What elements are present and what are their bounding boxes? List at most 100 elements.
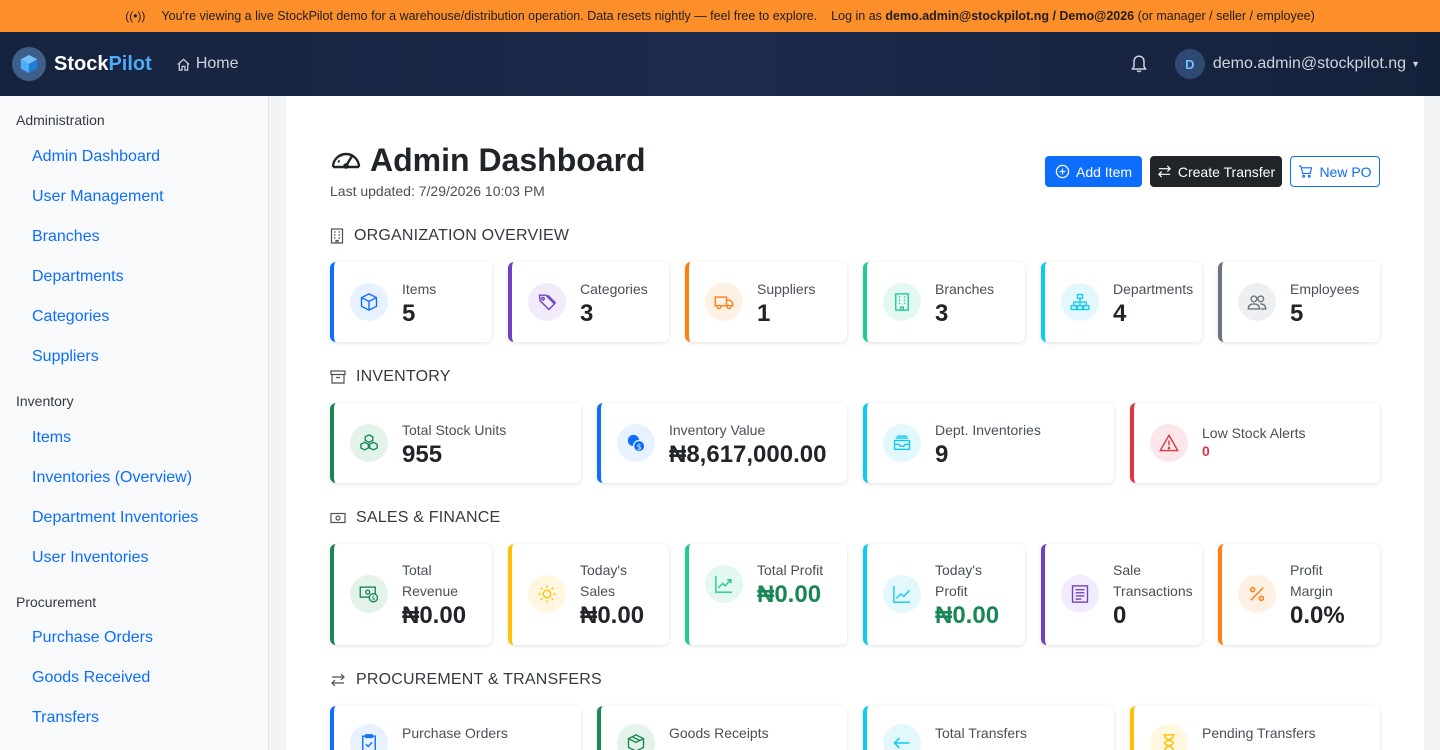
- sidebar-item-transfers[interactable]: Transfers: [0, 709, 99, 727]
- sidebar: Administration Admin Dashboard User Mana…: [0, 96, 269, 750]
- stat-value: 955: [402, 441, 443, 468]
- section-organization-overview: ORGANIZATION OVERVIEW: [330, 227, 569, 245]
- caret-down-icon: ▼: [1411, 59, 1420, 69]
- last-updated: Last updated: 7/29/2026 10:03 PM: [330, 183, 545, 199]
- truck-icon: [705, 283, 743, 321]
- stat-label: Pending Transfers: [1202, 725, 1316, 741]
- sidebar-item-user-management[interactable]: User Management: [0, 188, 164, 206]
- stat-card-todays-sales[interactable]: Today's Sales ₦0.00: [508, 544, 669, 645]
- stat-card-purchase-orders[interactable]: Purchase Orders: [330, 706, 581, 750]
- stat-label-line2: Revenue: [402, 583, 459, 599]
- stat-card-total-profit[interactable]: Total Profit ₦0.00: [685, 544, 847, 645]
- stat-card-employees[interactable]: Employees 5: [1218, 262, 1380, 342]
- stat-card-items[interactable]: Items 5: [330, 262, 492, 342]
- arrow-left-right-icon: [1157, 165, 1171, 178]
- stat-label: Categories: [580, 281, 648, 297]
- stat-label: Branches: [935, 281, 995, 297]
- create-transfer-button[interactable]: Create Transfer: [1150, 156, 1282, 187]
- sidebar-item-categories[interactable]: Categories: [0, 308, 109, 326]
- avatar[interactable]: D: [1174, 49, 1205, 79]
- sidebar-item-department-inventories[interactable]: Department Inventories: [0, 509, 198, 527]
- stat-card-todays-profit[interactable]: Today's Profit ₦0.00: [863, 544, 1025, 645]
- brand-link[interactable]: StockPilot: [12, 47, 152, 81]
- bell-icon[interactable]: [1129, 54, 1149, 74]
- graph-icon: [883, 575, 921, 613]
- cash-icon: $: [350, 575, 388, 613]
- stat-label-line2: Profit: [935, 583, 968, 599]
- banner-text: You're viewing a live StockPilot demo fo…: [161, 9, 818, 23]
- stat-card-categories[interactable]: Categories 3: [508, 262, 669, 342]
- stat-value: 3: [935, 300, 949, 327]
- stat-label: Items: [402, 281, 437, 297]
- clipboard-icon: [350, 724, 388, 750]
- stat-value: ₦0.00: [757, 581, 822, 608]
- stat-card-sale-transactions[interactable]: Sale Transactions 0: [1041, 544, 1202, 645]
- stat-label: Low Stock Alerts: [1202, 425, 1306, 441]
- stat-card-total-transfers[interactable]: Total Transfers: [863, 706, 1114, 750]
- sidebar-item-user-inventories[interactable]: User Inventories: [0, 549, 149, 567]
- stat-card-goods-receipts[interactable]: Goods Receipts: [597, 706, 847, 750]
- stat-card-branches[interactable]: Branches 3: [863, 262, 1025, 342]
- stat-value: 9: [935, 441, 949, 468]
- stat-label-line2: Margin: [1290, 583, 1333, 599]
- sidebar-item-inventories-overview[interactable]: Inventories (Overview): [0, 469, 192, 487]
- banner-login-credentials: demo.admin@stockpilot.ng / Demo@2026: [885, 9, 1135, 23]
- section-inventory: INVENTORY: [330, 368, 451, 386]
- sidebar-group-inventory: Inventory: [16, 393, 74, 409]
- stat-card-suppliers[interactable]: Suppliers 1: [685, 262, 847, 342]
- page-title: Admin Dashboard: [330, 142, 646, 179]
- section-title: SALES & FINANCE: [356, 509, 501, 526]
- banner-login-suffix: (or manager / seller / employee): [1137, 9, 1315, 23]
- building-icon: [330, 228, 344, 244]
- section-sales-finance: SALES & FINANCE: [330, 509, 500, 527]
- stat-label: Total Transfers: [935, 725, 1027, 741]
- stat-value: 3: [580, 300, 594, 327]
- page-title-text: Admin Dashboard: [370, 142, 646, 178]
- plus-circle-icon: [1055, 164, 1070, 179]
- stat-value: 5: [402, 300, 416, 327]
- sidebar-item-branches[interactable]: Branches: [0, 228, 100, 246]
- tags-icon: [528, 283, 566, 321]
- sidebar-group-procurement: Procurement: [16, 594, 97, 610]
- sidebar-item-departments[interactable]: Departments: [0, 268, 124, 286]
- stat-card-total-revenue[interactable]: $ Total Revenue ₦0.00: [330, 544, 492, 645]
- stat-card-inventory-value[interactable]: $ Inventory Value ₦8,617,000.00: [597, 403, 847, 483]
- archive-icon: [330, 370, 346, 384]
- sun-icon: [528, 575, 566, 613]
- sidebar-item-admin-dashboard[interactable]: Admin Dashboard: [0, 148, 160, 166]
- warning-icon: [1150, 424, 1188, 462]
- user-menu-toggle[interactable]: demo.admin@stockpilot.ng: [1213, 55, 1406, 73]
- stat-label: Goods Receipts: [669, 725, 769, 741]
- cash-icon: [330, 512, 346, 524]
- section-title: PROCUREMENT & TRANSFERS: [356, 671, 602, 688]
- stat-card-low-stock-alerts[interactable]: Low Stock Alerts 0: [1130, 403, 1380, 483]
- brand-name: StockPilot: [54, 52, 152, 75]
- sidebar-item-goods-received[interactable]: Goods Received: [0, 669, 150, 687]
- stat-card-profit-margin[interactable]: Profit Margin 0.0%: [1218, 544, 1380, 645]
- stat-label-line2: Transactions: [1113, 583, 1193, 599]
- sidebar-item-items[interactable]: Items: [0, 429, 71, 447]
- sidebar-item-suppliers[interactable]: Suppliers: [0, 348, 99, 366]
- stat-label: Total Stock Units: [402, 422, 507, 438]
- stat-value: 0: [1202, 443, 1210, 459]
- stat-card-pending-transfers[interactable]: Pending Transfers: [1130, 706, 1380, 750]
- stat-card-dept-inventories[interactable]: Dept. Inventories 9: [863, 403, 1114, 483]
- sidebar-item-purchase-orders[interactable]: Purchase Orders: [0, 629, 153, 647]
- arrow-left-right-icon: [331, 673, 345, 687]
- nav-home-link[interactable]: Home: [176, 55, 239, 73]
- stat-card-total-stock-units[interactable]: Total Stock Units 955: [330, 403, 581, 483]
- stat-label: Employees: [1290, 281, 1360, 297]
- stat-label-line2: Sales: [580, 583, 616, 599]
- svg-text:$: $: [637, 442, 642, 451]
- add-item-button[interactable]: Add Item: [1045, 156, 1142, 187]
- stat-label: Total Profit: [757, 562, 824, 578]
- hourglass-icon: [1150, 724, 1188, 750]
- graph-up-icon: [705, 565, 743, 603]
- logo-box-icon: [12, 47, 46, 81]
- people-icon: [1238, 283, 1276, 321]
- svg-text:$: $: [371, 595, 375, 602]
- sidebar-group-administration: Administration: [16, 112, 105, 128]
- stat-label: Profit: [1290, 562, 1323, 578]
- new-po-button[interactable]: New PO: [1290, 156, 1380, 187]
- stat-card-departments[interactable]: Departments 4: [1041, 262, 1202, 342]
